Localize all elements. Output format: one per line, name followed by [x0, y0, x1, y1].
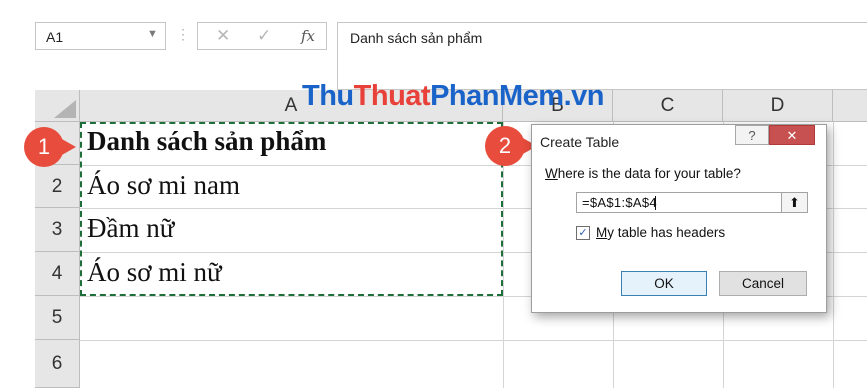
column-header-c[interactable]: C [613, 90, 723, 122]
gridline [833, 122, 834, 388]
selection-marquee [80, 122, 503, 296]
column-header-d[interactable]: D [723, 90, 833, 122]
callout-number: 2 [485, 126, 525, 166]
insert-function-icon[interactable]: fx [301, 27, 315, 45]
watermark-part: PhanMem.vn [430, 80, 604, 112]
row-header-4[interactable]: 4 [35, 252, 80, 296]
step-callout-1: 1 [24, 127, 76, 167]
formula-buttons: ✕ ✓ fx [197, 22, 327, 50]
column-header-e[interactable] [833, 90, 867, 122]
grip-dots-icon: ⋮ [176, 26, 190, 42]
select-all-triangle-icon [54, 100, 76, 118]
help-button[interactable]: ? [735, 125, 769, 145]
step-callout-2: 2 [485, 126, 537, 166]
enter-icon[interactable]: ✓ [257, 26, 271, 46]
close-button[interactable]: ✕ [769, 125, 815, 145]
row-header-5[interactable]: 5 [35, 296, 80, 340]
range-input[interactable]: =$A$1:$A$4 [576, 192, 808, 213]
range-prompt-text: here is the data for your table? [557, 166, 741, 181]
cancel-button[interactable]: Cancel [719, 271, 807, 296]
range-input-value: =$A$1:$A$4 [582, 195, 657, 210]
select-all-corner[interactable] [35, 90, 80, 122]
dialog-title: Create Table [540, 134, 620, 150]
formula-bar: A1 ▼ ⋮ ✕ ✓ fx Danh sách sản phẩm [0, 0, 867, 90]
headers-checkbox-label[interactable]: My table has headers [596, 225, 725, 240]
headers-label-text: y table has headers [607, 225, 726, 240]
range-prompt: Where is the data for your table? [545, 166, 741, 181]
collapse-dialog-icon[interactable]: ⬆ [781, 192, 808, 213]
row-header-3[interactable]: 3 [35, 208, 80, 252]
name-box-value: A1 [46, 29, 64, 45]
headers-label-access-key: M [596, 225, 608, 240]
headers-checkbox[interactable]: ✓ [576, 226, 590, 240]
name-box[interactable]: A1 ▼ [35, 22, 166, 50]
create-table-dialog: Create Table ? ✕ Where is the data for y… [531, 124, 827, 313]
watermark-part: Thu [302, 80, 354, 112]
chevron-down-icon[interactable]: ▼ [147, 28, 158, 40]
row-header-2[interactable]: 2 [35, 165, 80, 208]
cancel-icon[interactable]: ✕ [216, 26, 230, 46]
row-header-6[interactable]: 6 [35, 340, 80, 388]
text-caret [655, 196, 656, 210]
ok-button[interactable]: OK [621, 271, 707, 296]
formula-text: Danh sách sản phẩm [350, 30, 483, 46]
watermark-part: Thuat [353, 80, 431, 112]
callout-number: 1 [24, 127, 64, 167]
gridline [80, 340, 867, 341]
watermark-logo: ThuThuatPhanMem.vn [302, 80, 604, 113]
range-prompt-access-key: W [545, 166, 558, 181]
